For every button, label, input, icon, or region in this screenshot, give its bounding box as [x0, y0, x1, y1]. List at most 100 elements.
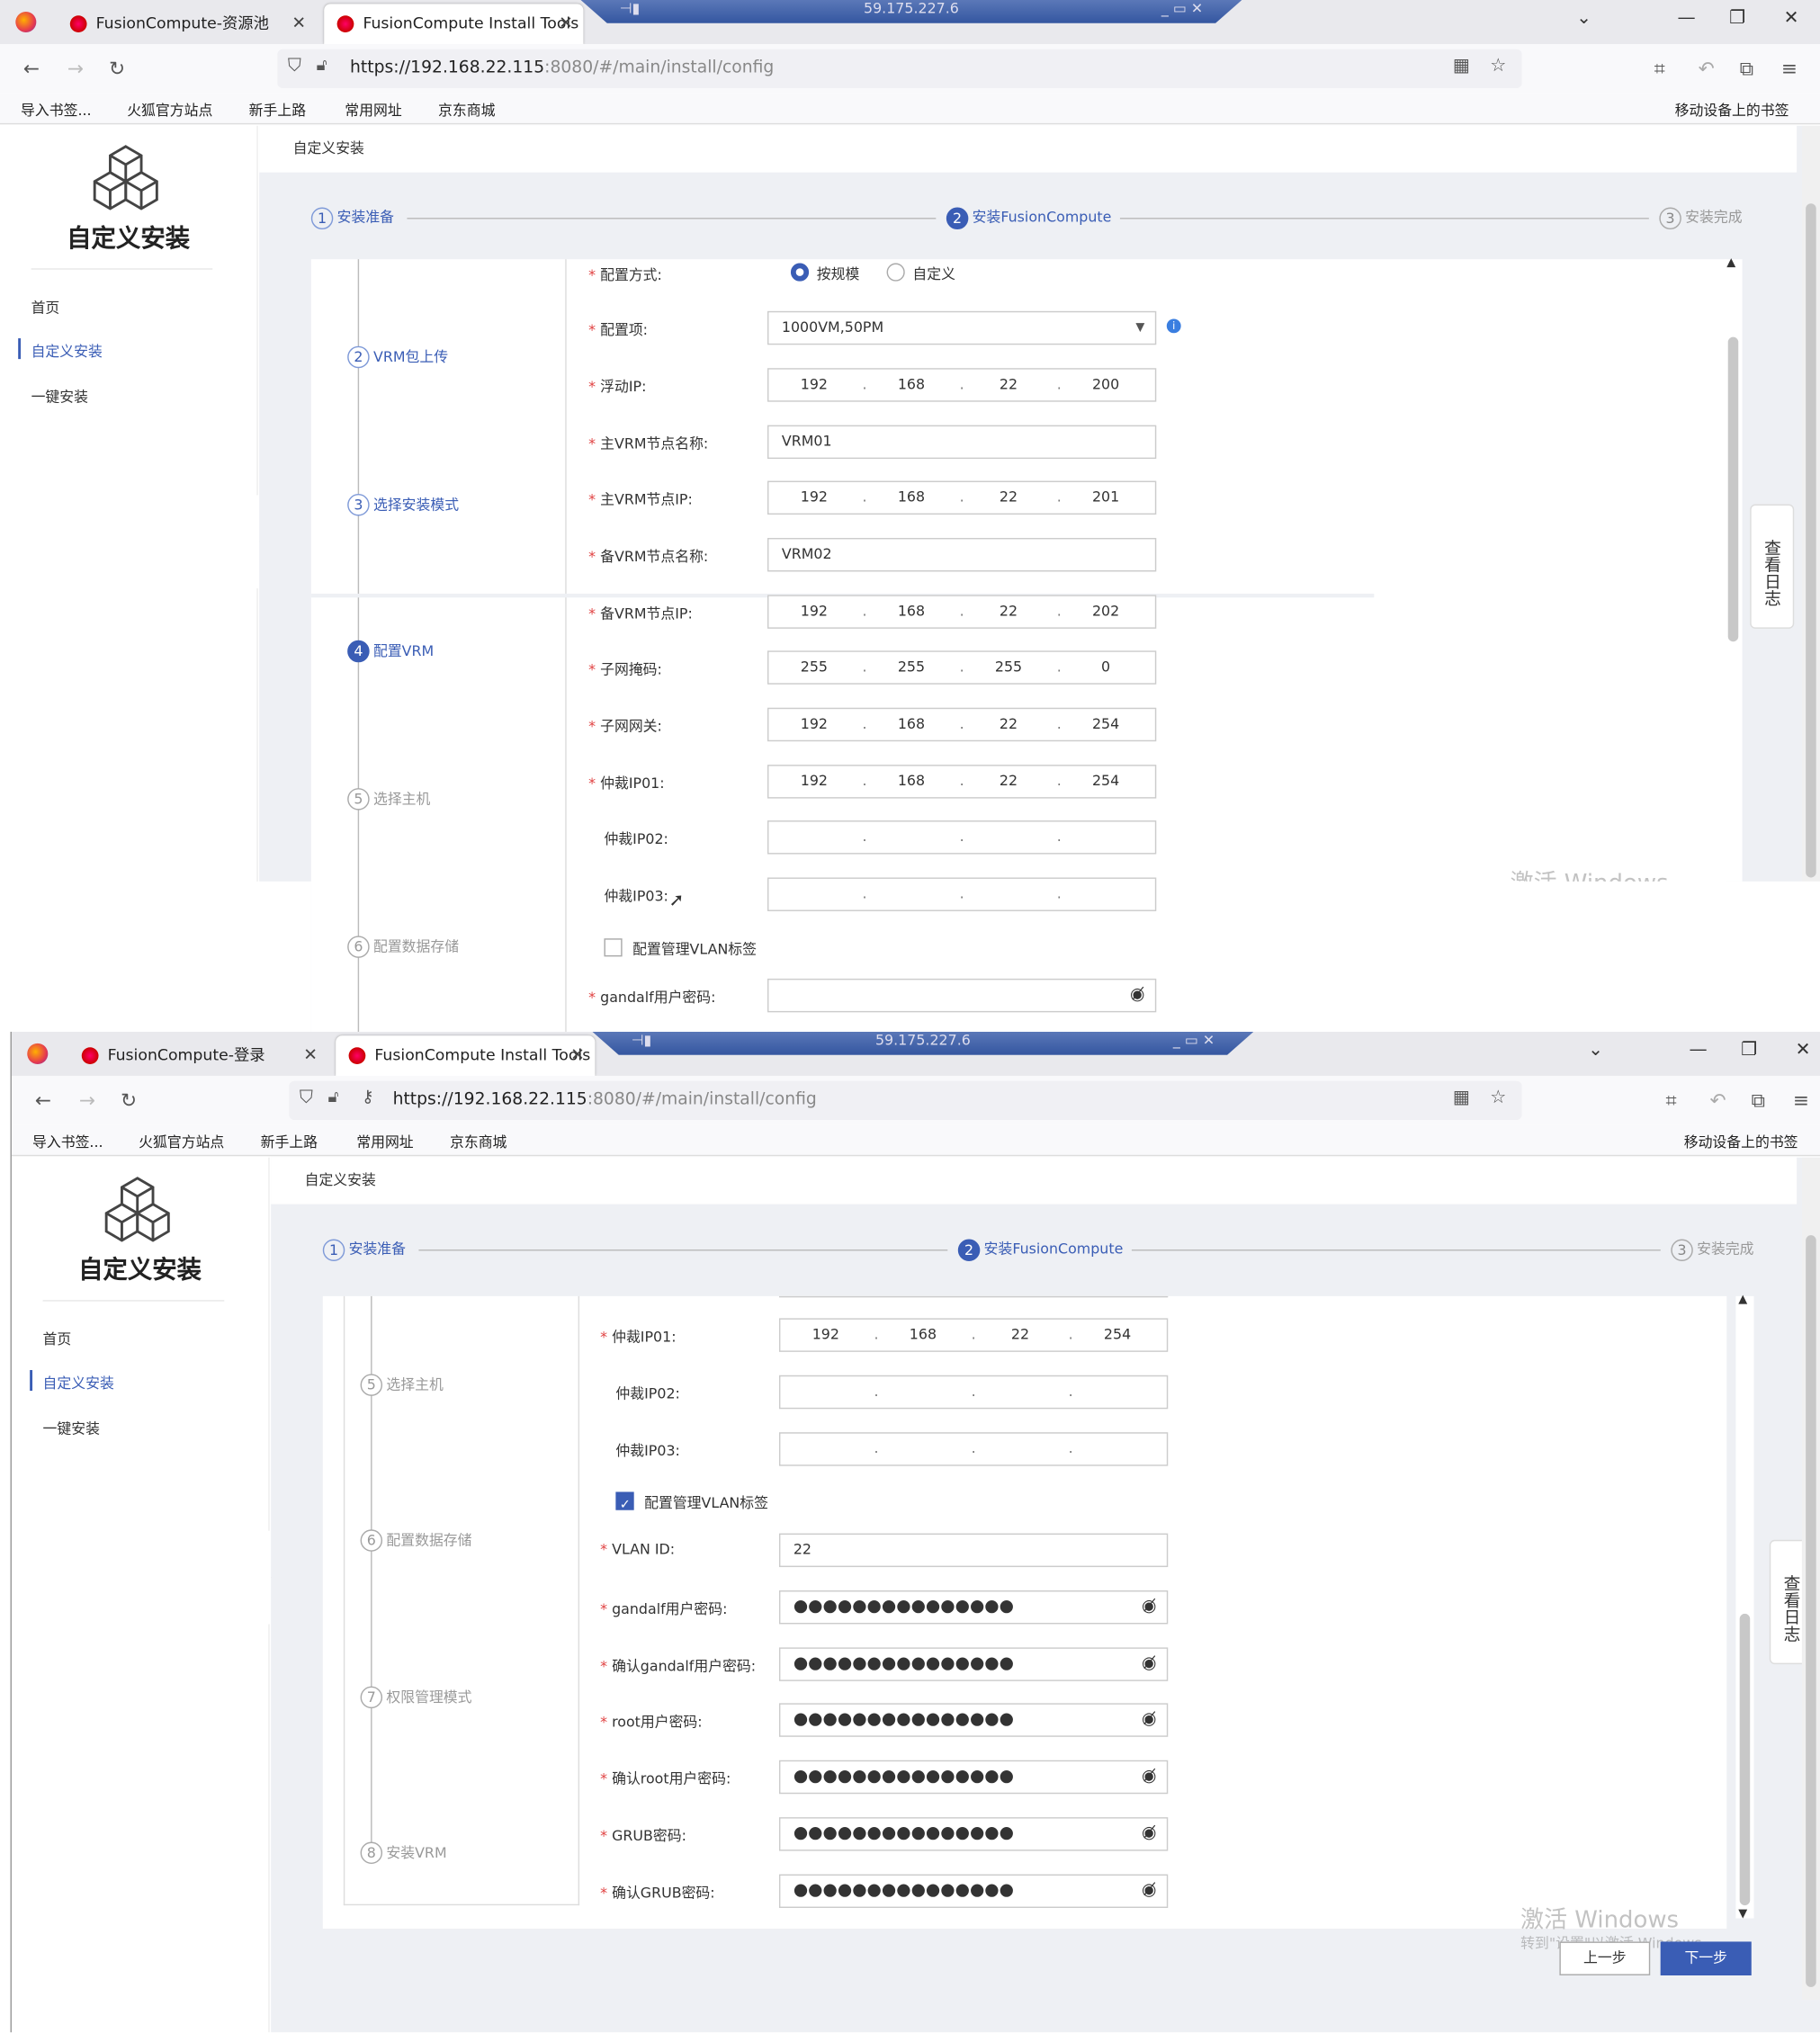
gandalf-password-input[interactable]: ●●●●●●●●●●●●●●● ◉̸ [778, 1590, 1169, 1625]
tab-list-icon[interactable]: ⌄ [1588, 1040, 1603, 1061]
arbitration-ip01-input[interactable]: 192. 168. 22. 254 [778, 1318, 1169, 1352]
tab-resource-pool[interactable]: FusionCompute-资源池 ✕ [57, 4, 316, 44]
grub-password-confirm-input[interactable]: ●●●●●●●●●●●●●●● ◉̸ [778, 1874, 1169, 1909]
eye-hidden-icon[interactable]: ◉̸ [1142, 1819, 1156, 1850]
star-icon[interactable]: ☆ [1490, 1088, 1506, 1108]
undo-icon[interactable]: ↶ [1699, 57, 1715, 80]
qr-code-icon[interactable]: ▦ [1453, 1088, 1470, 1108]
bookmark-jd[interactable]: 京东商城 [438, 100, 495, 121]
primary-vrm-name-input[interactable]: VRM01 [767, 425, 1157, 460]
undo-icon[interactable]: ↶ [1710, 1088, 1726, 1112]
url-bar[interactable]: ⛉ 🔓︎ https://192.168.22.115:8080/#/main/… [289, 1080, 1522, 1120]
bookmark-jd[interactable]: 京东商城 [450, 1132, 507, 1152]
close-window-icon[interactable]: ✕ [1784, 8, 1799, 29]
bookmark-getting-started[interactable]: 新手上路 [249, 100, 306, 121]
close-window-icon[interactable]: ✕ [1796, 1040, 1811, 1061]
primary-vrm-ip-input[interactable]: 192. 168. 22. 201 [767, 480, 1157, 515]
restore-icon[interactable]: ❐ [1741, 1040, 1757, 1061]
eye-hidden-icon[interactable]: ◉̸ [1142, 1591, 1156, 1623]
menu-custom-install[interactable]: 自定义安装 [18, 338, 103, 362]
back-icon[interactable]: ← [23, 57, 40, 80]
scroll-down-icon[interactable]: ▼ [1738, 1908, 1747, 1921]
standby-vrm-name-input[interactable]: VRM02 [767, 537, 1157, 572]
view-log-button[interactable]: 查看日志 [1750, 504, 1795, 629]
bookmark-mobile[interactable]: 移动设备上的书签 [1675, 100, 1789, 121]
bookmark-firefox[interactable]: 火狐官方站点 [127, 100, 212, 121]
pin-icon[interactable]: ⊣▮ [620, 0, 641, 18]
qr-code-icon[interactable]: ▦ [1453, 56, 1470, 76]
config-item-select[interactable]: 1000VM,50PM ▼ [767, 310, 1157, 345]
forward-icon[interactable]: → [79, 1088, 95, 1112]
arbitration-ip01-input[interactable]: 192. 168. 22. 254 [767, 765, 1157, 799]
arbitration-ip02-input[interactable]: ... [778, 1375, 1169, 1410]
root-password-confirm-input[interactable]: ●●●●●●●●●●●●●●● ◉̸ [778, 1760, 1169, 1795]
bookmark-import[interactable]: 导入书签... [21, 100, 92, 121]
scroll-up-icon[interactable]: ▲ [1738, 1294, 1747, 1306]
root-password-input[interactable]: ●●●●●●●●●●●●●●● ◉̸ [778, 1703, 1169, 1737]
vlan-tag-checkbox[interactable]: 配置管理VLAN标签 [604, 938, 757, 959]
menu-icon[interactable]: ≡ [1781, 57, 1798, 80]
forward-icon[interactable]: → [67, 57, 84, 80]
menu-icon[interactable]: ≡ [1793, 1088, 1809, 1112]
gandalf-password-confirm-input[interactable]: ●●●●●●●●●●●●●●● ◉̸ [778, 1647, 1169, 1681]
eye-hidden-icon[interactable]: ◉̸ [1142, 1876, 1156, 1907]
radio-custom[interactable]: 自定义 [887, 264, 955, 284]
info-icon[interactable]: i [1166, 318, 1181, 334]
menu-home[interactable]: 首页 [43, 1329, 72, 1349]
page-scrollbar[interactable] [1801, 1157, 1820, 2001]
arbitration-ip02-input[interactable]: ... [767, 820, 1157, 855]
reload-icon[interactable]: ↻ [109, 57, 125, 80]
standby-vrm-ip-input[interactable]: 192. 168. 22. 202 [767, 595, 1157, 629]
bookmark-common[interactable]: 常用网址 [356, 1132, 413, 1152]
eye-hidden-icon[interactable]: ◉̸ [1142, 1705, 1156, 1736]
extensions-icon[interactable]: ⧉ [1752, 1088, 1765, 1112]
tab-list-icon[interactable]: ⌄ [1576, 8, 1591, 29]
subnet-mask-input[interactable]: 255. 255. 255. 0 [767, 650, 1157, 685]
close-tab-icon[interactable]: ✕ [303, 1035, 318, 1076]
tab-install-tools[interactable]: FusionCompute Install Tools ✕ [324, 4, 584, 44]
vlan-tag-checkbox[interactable]: ✓ 配置管理VLAN标签 [615, 1491, 768, 1512]
crop-icon[interactable]: ⌗ [1654, 57, 1665, 80]
next-step-button[interactable]: 下一步 [1660, 1941, 1752, 1975]
gandalf-password-input[interactable]: ◉̸ [767, 978, 1157, 1013]
close-tab-icon[interactable]: ✕ [559, 4, 573, 44]
arbitration-ip03-input[interactable]: ... [767, 877, 1157, 911]
scroll-up-icon[interactable]: ▲ [1726, 256, 1735, 269]
back-icon[interactable]: ← [35, 1088, 51, 1112]
restore-icon[interactable]: ❐ [1729, 8, 1745, 29]
menu-home[interactable]: 首页 [31, 297, 60, 318]
close-tab-icon[interactable]: ✕ [291, 4, 306, 44]
minimize-icon[interactable]: — [1678, 8, 1696, 29]
extensions-icon[interactable]: ⧉ [1740, 57, 1753, 80]
bookmark-firefox[interactable]: 火狐官方站点 [139, 1132, 224, 1152]
tab-install-tools[interactable]: FusionCompute Install Tools ✕ [336, 1035, 596, 1076]
reload-icon[interactable]: ↻ [121, 1088, 137, 1112]
bookmark-common[interactable]: 常用网址 [345, 100, 401, 121]
bookmark-getting-started[interactable]: 新手上路 [261, 1132, 318, 1152]
crop-icon[interactable]: ⌗ [1666, 1088, 1677, 1112]
gateway-input[interactable]: 192. 168. 22. 254 [767, 707, 1157, 742]
remote-window-controls[interactable]: _ ▭ ✕ [1173, 1032, 1215, 1050]
form-scrollbar[interactable]: ▲ ▼ [1735, 1294, 1754, 1921]
eye-hidden-icon[interactable]: ◉̸ [1142, 1649, 1156, 1680]
url-bar[interactable]: ⛉ 🔓︎ https://192.168.22.115:8080/#/main/… [277, 49, 1522, 88]
menu-one-click-install[interactable]: 一键安装 [43, 1418, 100, 1438]
menu-custom-install[interactable]: 自定义安装 [30, 1370, 114, 1393]
radio-by-scale[interactable]: 按规模 [791, 264, 860, 284]
bookmark-import[interactable]: 导入书签... [32, 1132, 103, 1152]
tab-login[interactable]: FusionCompute-登录 ✕ [68, 1035, 327, 1076]
form-scrollbar[interactable]: ▲ [1724, 256, 1743, 882]
vlan-id-input[interactable]: 22 [778, 1533, 1169, 1568]
bookmark-mobile[interactable]: 移动设备上的书签 [1684, 1132, 1798, 1152]
eye-hidden-icon[interactable]: ◉̸ [1130, 980, 1144, 1011]
close-tab-icon[interactable]: ✕ [570, 1035, 585, 1076]
grub-password-input[interactable]: ●●●●●●●●●●●●●●● ◉̸ [778, 1817, 1169, 1851]
minimize-icon[interactable]: — [1689, 1040, 1707, 1061]
star-icon[interactable]: ☆ [1490, 56, 1506, 76]
arbitration-ip03-input[interactable]: ... [778, 1432, 1169, 1466]
float-ip-input[interactable]: 192. 168. 22. 200 [767, 368, 1157, 402]
pin-icon[interactable]: ⊣▮ [632, 1032, 652, 1050]
remote-window-controls[interactable]: _ ▭ ✕ [1161, 0, 1203, 18]
page-scrollbar[interactable] [1801, 125, 1820, 884]
prev-step-button[interactable]: 上一步 [1559, 1941, 1651, 1975]
